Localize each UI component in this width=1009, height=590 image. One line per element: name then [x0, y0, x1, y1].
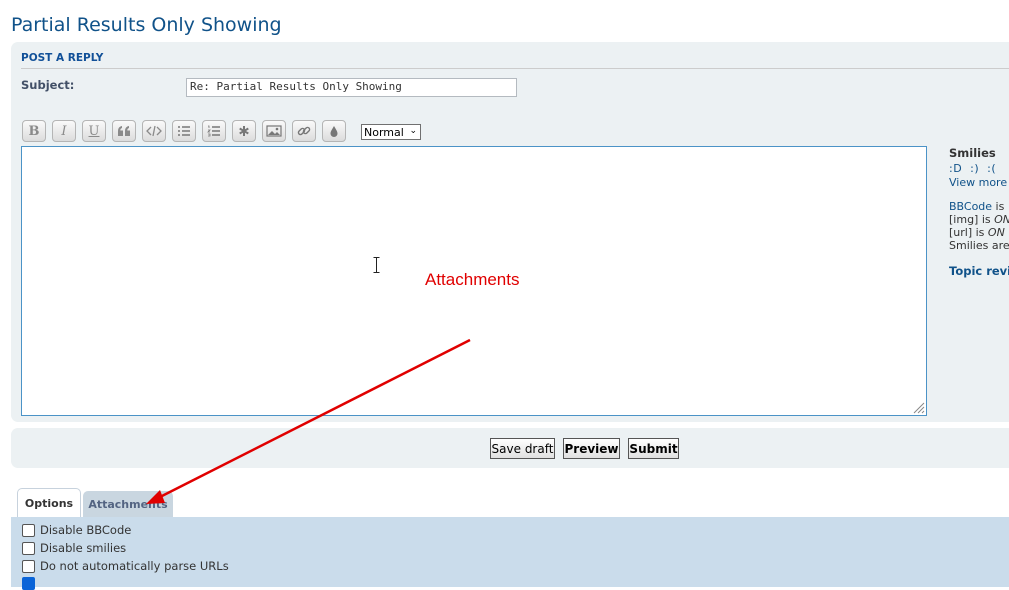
text-cursor-icon: [373, 257, 380, 273]
annotation-label: Attachments: [425, 270, 520, 289]
code-button[interactable]: [142, 120, 166, 142]
smilies-title: Smilies: [949, 146, 996, 160]
post-reply-heading: POST A REPLY: [21, 52, 104, 64]
chevron-down-icon: ⌄: [409, 126, 417, 136]
options-panel: Disable BBCode Disable smilies Do not au…: [11, 517, 1009, 590]
smilies-status: Smilies are: [949, 239, 1009, 252]
sidebar: Smilies :D :) :( View more BBCode is [im…: [949, 146, 1009, 278]
submit-panel: Save draft Preview Submit: [11, 428, 1009, 468]
italic-button[interactable]: I: [52, 120, 76, 142]
numbered-list-button[interactable]: [202, 120, 226, 142]
option-label: Disable BBCode: [40, 523, 132, 537]
subject-input[interactable]: Re: Partial Results Only Showing: [186, 78, 517, 97]
attach-signature-checkbox[interactable]: [22, 577, 35, 590]
bbcode-link[interactable]: BBCode: [949, 200, 992, 213]
bullet-list-icon: [178, 126, 190, 136]
save-draft-button[interactable]: Save draft: [490, 438, 555, 459]
topic-review-link[interactable]: Topic revi: [949, 264, 1009, 278]
bbcode-status: BBCode is [img] is ON [url] is ON Smilie…: [949, 200, 1009, 252]
color-button[interactable]: [322, 120, 346, 142]
tab-options[interactable]: Options: [17, 488, 81, 518]
bold-button[interactable]: B: [22, 120, 46, 142]
disable-smilies-checkbox[interactable]: [22, 541, 35, 555]
list-button[interactable]: [172, 120, 196, 142]
view-more-link[interactable]: View more: [949, 176, 1009, 189]
quote-button[interactable]: [112, 120, 136, 142]
image-button[interactable]: [262, 120, 286, 142]
option-disable-bbcode[interactable]: Disable BBCode: [22, 523, 131, 537]
option-label: Do not automatically parse URLs: [40, 559, 229, 573]
list-item-button[interactable]: [232, 120, 256, 142]
disable-bbcode-checkbox[interactable]: [22, 523, 35, 537]
post-reply-panel: POST A REPLY Subject: Re: Partial Result…: [11, 42, 1009, 422]
smilies-list[interactable]: :D :) :(: [949, 162, 1009, 175]
numbered-list-icon: [207, 125, 220, 137]
option-no-parse-urls[interactable]: Do not automatically parse URLs: [22, 559, 229, 573]
option-disable-smilies[interactable]: Disable smilies: [22, 541, 126, 555]
no-parse-urls-checkbox[interactable]: [22, 559, 35, 573]
code-icon: [146, 125, 162, 137]
image-icon: [266, 125, 282, 137]
asterisk-icon: [239, 126, 249, 136]
url-status-value: ON: [987, 226, 1005, 239]
resize-grip-icon[interactable]: [911, 400, 925, 414]
img-status-label: [img] is: [949, 213, 995, 226]
option-attach-signature[interactable]: [22, 577, 40, 590]
page-title: Partial Results Only Showing: [11, 14, 282, 36]
tab-attachments[interactable]: Attachments: [83, 491, 173, 518]
submit-button[interactable]: Submit: [628, 438, 679, 459]
underline-button[interactable]: U: [82, 120, 106, 142]
droplet-icon: [330, 125, 338, 137]
option-label: Disable smilies: [40, 541, 127, 555]
link-button[interactable]: [292, 120, 316, 142]
font-size-select[interactable]: Normal ⌄: [361, 124, 421, 140]
bbcode-status-text: is: [992, 200, 1005, 213]
preview-button[interactable]: Preview: [563, 438, 620, 459]
link-icon: [297, 126, 311, 136]
quote-icon: [118, 126, 130, 136]
img-status-value: ON: [994, 213, 1009, 226]
font-size-value: Normal: [364, 125, 404, 139]
url-status-label: [url] is: [949, 226, 988, 239]
heading-divider: [21, 68, 1009, 69]
subject-label: Subject:: [21, 78, 75, 92]
